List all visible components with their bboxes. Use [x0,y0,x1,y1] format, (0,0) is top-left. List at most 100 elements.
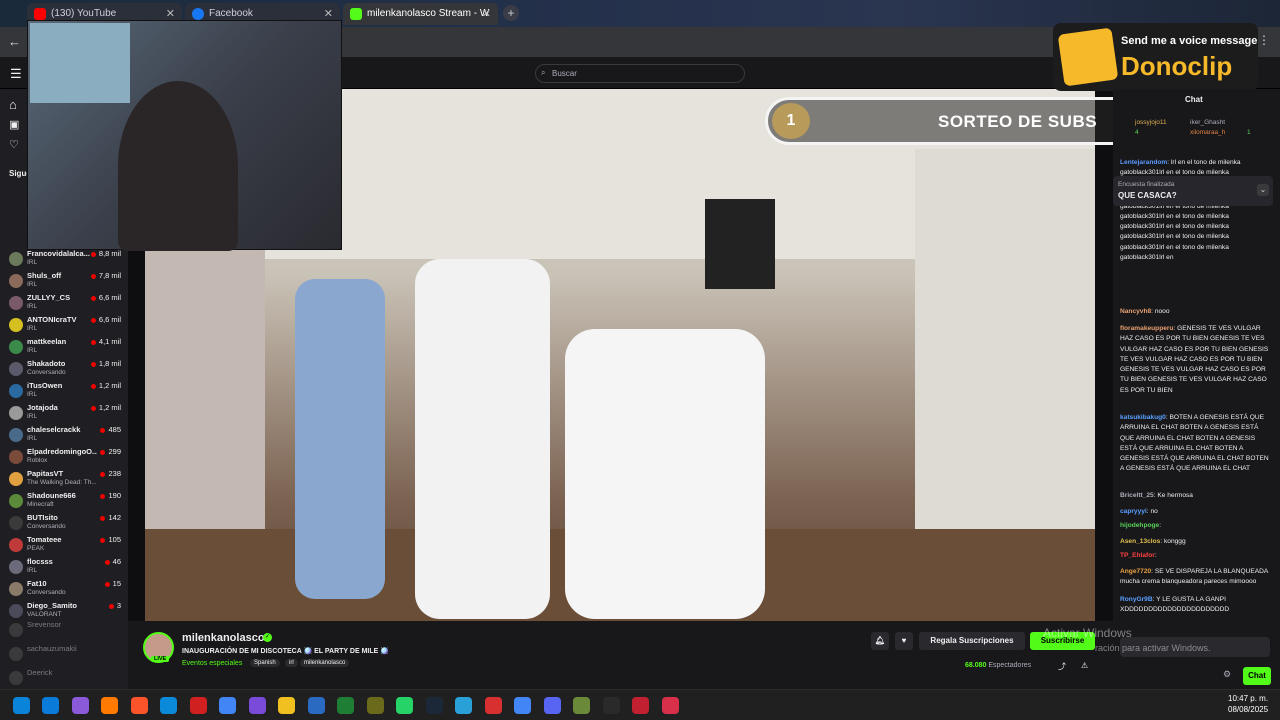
taskbar-app-icon[interactable] [42,697,59,714]
taskbar-app-icon[interactable] [130,697,148,714]
taskbar-app-icon[interactable] [219,697,236,714]
taskbar-app-icon[interactable] [160,697,177,714]
taskbar-app-icon[interactable] [337,697,354,714]
sidebar-channel-item[interactable]: chaleselcrackk IRL 485 [5,425,125,447]
taskbar-app-icon[interactable] [573,697,590,714]
sidebar-channel-item[interactable]: Jotajoda IRL 1,2 mil [5,403,125,425]
hamburger-menu-icon[interactable]: ☰ [10,66,22,82]
taskbar-app-icon[interactable] [71,697,89,714]
chat-username[interactable]: Briceltt_25 [1120,492,1154,499]
taskbar-app-icon[interactable] [189,697,207,714]
tag-chip[interactable]: milenkanolasco [300,659,350,667]
chat-message: Nancyvh8: nooo [1120,308,1170,315]
sidebar-channel-item[interactable]: mattkeelan IRL 4,1 mil [5,337,125,359]
channel-category: IRL [27,391,38,398]
home-icon[interactable]: ⌂ [9,97,17,112]
search-placeholder: Buscar [552,69,577,78]
close-tab-icon[interactable]: ✕ [166,7,175,20]
sidebar-channel-item[interactable]: Fat10 Conversando 15 [5,579,125,601]
chat-username[interactable]: RonyGr9B [1120,596,1153,603]
taskbar-app-icon[interactable] [543,697,561,714]
chat-username[interactable]: Lentejarandom [1120,159,1167,166]
tag-chip[interactable]: Spanish [250,659,280,667]
menu-dots-icon[interactable]: ⋮ [1258,33,1270,47]
channel-viewers-value: 3 [116,601,121,610]
tag-chip[interactable]: irl [285,659,298,667]
taskbar-app-icon[interactable] [396,697,413,714]
sidebar-offline-channel[interactable]: sachauzumakii [5,644,125,666]
chat-username[interactable]: Ange7720 [1120,568,1151,575]
tab-kick-stream[interactable]: milenkanolasco Stream - W ✕ [343,3,498,25]
sidebar-channel-item[interactable]: iTusOwen IRL 1,2 mil [5,381,125,403]
taskbar-app-icon[interactable] [101,697,118,714]
taskbar-app-icon[interactable] [514,697,531,714]
chat-username[interactable]: Nancyvh8 [1120,308,1151,315]
report-warning-icon[interactable]: ⚠ [1081,661,1088,670]
top-gifters: jossyjojo11 4 iker_Ghasht xilomaraa_h 1 [1135,119,1275,139]
sidebar-channel-item[interactable]: Shakadoto Conversando 1,8 mil [5,359,125,381]
poll-card[interactable]: Encuesta finalizada QUE CASACA? ⌄ [1113,176,1273,206]
sidebar-channel-item[interactable]: ZULLYY_CS IRL 6,6 mil [5,293,125,315]
gifter-name: iker_Ghasht [1190,119,1226,126]
taskbar-clock[interactable]: 10:47 p. m. 08/08/2025 [1228,694,1268,714]
new-tab-button[interactable]: + [503,5,519,21]
taskbar-app-icon[interactable] [425,697,443,714]
notification-bell-icon[interactable]: 🔔︎ [871,632,889,650]
taskbar-app-icon[interactable] [307,697,325,714]
sidebar-channel-item[interactable]: Francovidalalca... IRL 8,8 mil [5,249,125,271]
browse-icon[interactable]: ▣ [9,118,19,131]
taskbar-app-icon[interactable] [366,697,384,714]
channel-avatar [9,406,23,420]
sidebar-channel-item[interactable]: Shadoune666 Minecraft 190 [5,491,125,513]
chat-username[interactable]: hijodehpoge [1120,522,1159,529]
chevron-down-icon[interactable]: ⌄ [1257,184,1269,196]
chat-username[interactable]: capryyyi [1120,508,1147,515]
stream-info-bar: LIVE milenkanolasco ✓ INAUGURACIÓN DE MI… [128,621,1113,689]
sidebar-channel-item[interactable]: BUTIsito Conversando 142 [5,513,125,535]
sidebar-offline-channel[interactable]: Deerick [5,668,125,690]
viewer-count: 68.080 Espectadores [965,662,1031,669]
taskbar-app-icon[interactable] [602,697,620,714]
sidebar-channel-item[interactable]: ANTONIcraTV IRL 6,6 mil [5,315,125,337]
taskbar-app-icon[interactable] [632,697,649,714]
channel-category: Conversando [27,589,66,596]
sidebar-channel-item[interactable]: Shuls_off IRL 7,8 mil [5,271,125,293]
sidebar-channel-item[interactable]: PapitasVT The Walking Dead: Th... 238 [5,469,125,491]
chat-send-button[interactable]: Chat [1243,667,1271,685]
search-input[interactable]: ⌕ Buscar [535,64,745,83]
sidebar-offline-channel[interactable]: Srevensor [5,620,125,642]
taskbar-app-icon[interactable] [278,697,295,714]
chat-username[interactable]: Asen_13clos [1120,538,1160,545]
viewer-count-value: 68.080 [965,662,987,669]
channel-avatar [9,274,23,288]
settings-gear-icon[interactable]: ⚙ [1223,669,1231,680]
taskbar-app-icon[interactable] [455,697,472,714]
channel-name[interactable]: milenkanolasco [182,632,265,644]
chat-text: konggg [1164,538,1186,545]
following-heart-icon[interactable]: ♡ [9,138,19,151]
gift-subs-button[interactable]: Regala Suscripciones [919,632,1025,650]
close-tab-icon[interactable]: ✕ [324,7,333,20]
chat-username[interactable]: TP_Ehlafor [1120,552,1155,559]
windows-taskbar: 10:47 p. m. 08/08/2025 [0,689,1280,720]
windows-start-icon[interactable] [13,697,30,714]
chat-username[interactable]: katsukibakug0 [1120,414,1166,421]
taskbar-app-icon[interactable] [484,697,502,714]
share-icon[interactable]: ⤴ [1058,661,1066,672]
vanity-shelf [145,249,265,529]
channel-viewers: 8,8 mil [90,249,121,258]
back-arrow-icon[interactable]: ← [8,34,21,49]
follow-heart-button[interactable]: ♥ [895,632,913,650]
channel-avatar [9,362,23,376]
sidebar-channel-item[interactable]: flocsss IRL 46 [5,557,125,579]
stream-category[interactable]: Eventos especiales [182,660,242,667]
close-tab-icon[interactable]: ✕ [482,7,491,20]
viewer-count-label: Espectadores [988,662,1032,669]
channel-viewers: 15 [104,579,121,588]
sidebar-channel-item[interactable]: Tomateee PEAK 105 [5,535,125,557]
channel-avatar [9,252,23,266]
chat-username[interactable]: floramakeupperu [1120,325,1174,332]
sidebar-channel-item[interactable]: ElpadredomingoO... Roblox 299 [5,447,125,469]
taskbar-app-icon[interactable] [661,697,679,714]
taskbar-app-icon[interactable] [248,697,266,714]
